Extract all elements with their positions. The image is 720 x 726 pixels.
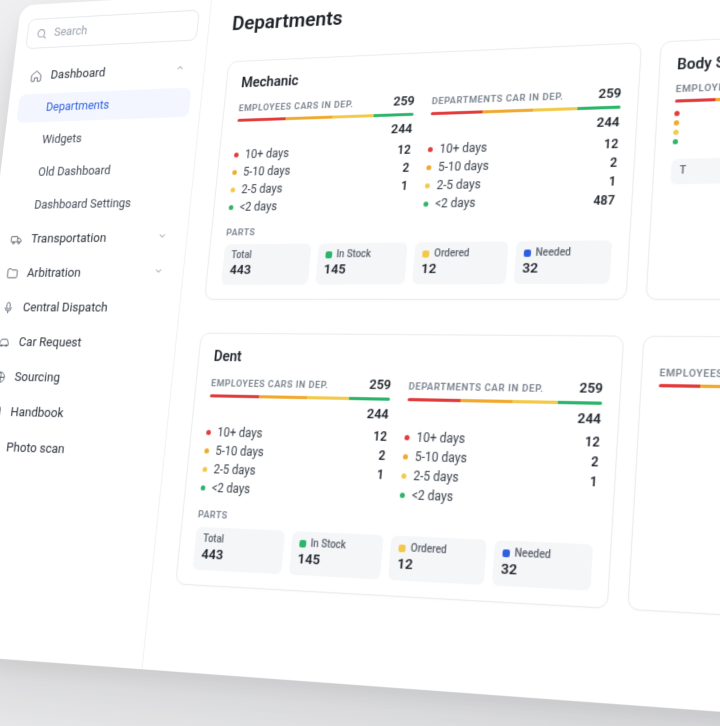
folder-icon: [5, 266, 19, 280]
sidebar-item-arbitration[interactable]: Arbitration: [0, 257, 174, 289]
segmented-bar: [675, 94, 720, 102]
car-icon: [0, 335, 11, 350]
parts-section: PARTS Total443 In Stock145 Ordered12 Nee…: [193, 509, 595, 591]
parts-needed: Needed32: [491, 540, 593, 591]
parts-in-stock: In Stock145: [315, 242, 408, 284]
panel-sub-value: 244: [235, 122, 413, 142]
card-title: Mechanic: [241, 58, 624, 91]
nav-label: Sourcing: [14, 369, 61, 385]
nav-label: Arbitration: [26, 265, 81, 281]
search-placeholder: Search: [53, 24, 88, 39]
panel-departments-car: DEPARTMENTS CAR IN DEP.259 244 10+ days1…: [399, 378, 603, 512]
panel-top-value: 259: [393, 94, 415, 110]
card-mechanic: Mechanic EMPLOYEES CARS IN DEP.259 244 1…: [204, 42, 642, 300]
nav-label: Departments: [45, 98, 110, 114]
truck-icon: [9, 232, 23, 246]
panel-departments-car: DEPARTMENTS CAR IN DEP.259 244 10+ days1…: [423, 86, 622, 213]
panel-label: EMPLOYEES CARS IN DEP.: [238, 99, 354, 114]
main-content: Departments View all stats → Mechanic EM…: [142, 0, 720, 726]
panel-employees-cars: EMPLOYEES CARS IN DEP.259 244 10+ days12…: [200, 375, 392, 504]
sidebar-item-dashboard-settings[interactable]: Dashboard Settings: [4, 188, 181, 221]
card-title: Body Shop: [677, 50, 720, 74]
card-body-shop: Body Shop EMPLOYEES T: [646, 33, 720, 300]
card-title: Dent: [213, 348, 605, 370]
parts-label: PARTS: [226, 222, 614, 238]
mic-icon: [1, 300, 15, 314]
sidebar-item-old-dashboard[interactable]: Old Dashboard: [8, 154, 184, 188]
nav-label: Dashboard: [50, 65, 106, 82]
book-icon: [0, 404, 3, 419]
segmented-bar: [659, 384, 720, 390]
card-row: Mechanic EMPLOYEES CARS IN DEP.259 244 1…: [204, 28, 720, 300]
panel-employees-cars: EMPLOYEES CARS IN DEP.259 244 10+ days12…: [228, 94, 415, 216]
segmented-bar: [210, 394, 390, 401]
card-dent: Dent EMPLOYEES CARS IN DEP.259 244 10+ d…: [175, 333, 624, 609]
nav-label: Central Dispatch: [22, 300, 108, 316]
panel-label: DEPARTMENTS CAR IN DEP.: [431, 91, 564, 107]
nav-label: Transportation: [30, 230, 107, 246]
nav-label: Widgets: [41, 132, 82, 147]
card-row: Dent EMPLOYEES CARS IN DEP.259 244 10+ d…: [175, 333, 720, 627]
chevron-up-icon: [174, 61, 185, 76]
sidebar-item-dashboard[interactable]: Dashboard: [20, 54, 195, 91]
nav-label: Photo scan: [5, 440, 65, 458]
panel-label: EMPLOYEES: [675, 82, 720, 96]
parts-total: T: [670, 155, 720, 184]
sidebar-item-transportation[interactable]: Transportation: [0, 222, 177, 255]
parts-total: Total443: [221, 243, 311, 284]
panel-sub-value: 244: [429, 115, 620, 136]
sidebar-item-central-dispatch[interactable]: Central Dispatch: [0, 292, 170, 324]
nav-label: Handbook: [10, 404, 65, 421]
parts-section: PARTS Total443 In Stock145 Ordered12 Nee…: [221, 222, 613, 285]
globe-icon: [0, 369, 7, 384]
sidebar-item-departments[interactable]: Departments: [16, 87, 191, 123]
nav-label: Old Dashboard: [37, 164, 111, 180]
nav-label: Dashboard Settings: [33, 196, 131, 212]
search-input[interactable]: Search: [25, 10, 199, 49]
home-icon: [29, 69, 43, 83]
sidebar-item-handbook[interactable]: Handbook: [0, 396, 159, 432]
parts-needed: Needed32: [513, 240, 612, 284]
parts-ordered: Ordered12: [412, 241, 508, 284]
app-window: Search Dashboard Departments Widgets Old…: [0, 0, 720, 726]
panel-top-value: 259: [598, 86, 622, 102]
parts-ordered: Ordered12: [388, 535, 486, 585]
nav-label: Car Request: [18, 334, 82, 350]
sidebar-item-photo-scan[interactable]: Photo scan: [0, 431, 155, 468]
search-icon: [35, 27, 48, 40]
sidebar-item-widgets[interactable]: Widgets: [12, 121, 188, 156]
card-cut: EMPLOYEES: [627, 336, 720, 621]
parts-in-stock: In Stock145: [288, 531, 383, 580]
sidebar-item-sourcing[interactable]: Sourcing: [0, 361, 163, 395]
segmented-bar: [407, 398, 602, 405]
chevron-down-icon: [156, 229, 167, 245]
sidebar-item-car-request[interactable]: Car Request: [0, 326, 166, 359]
chevron-down-icon: [153, 265, 164, 281]
parts-total: Total443: [193, 527, 285, 575]
